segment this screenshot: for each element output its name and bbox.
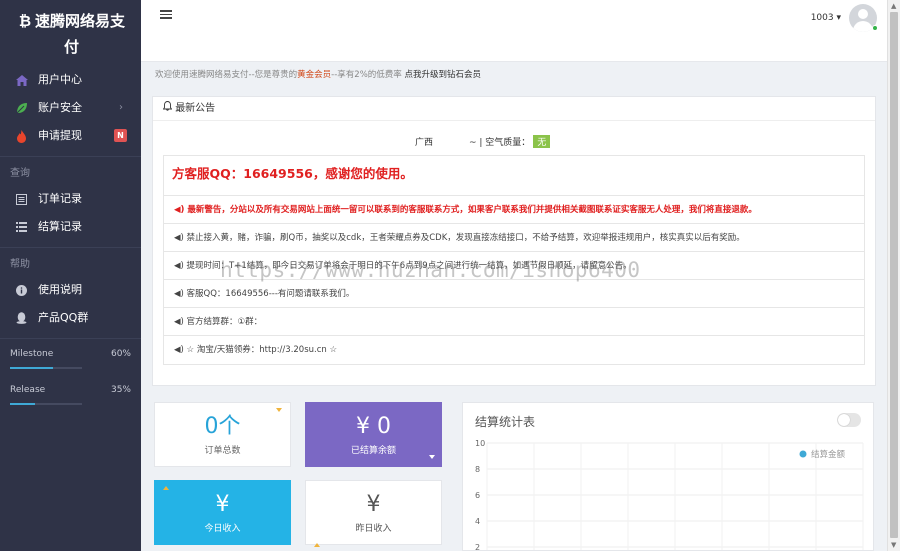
progress-percent: 35% bbox=[110, 385, 131, 395]
scroll-down-arrow-icon[interactable]: ▼ bbox=[891, 541, 896, 549]
today-income-label: 今日收入 bbox=[204, 524, 241, 534]
settlement-chart: 10 8 6 4 2 结算金额 bbox=[475, 439, 864, 551]
progress-track bbox=[10, 367, 82, 369]
stat-card-yesterday-income: ¥ 昨日收入 bbox=[305, 480, 442, 547]
y-tick-label: 10 bbox=[475, 439, 485, 448]
progress-label: Milestone bbox=[10, 349, 54, 359]
notice-item[interactable]: ◀) ☆ 淘宝/天猫领券：http://3.20su.cn ☆ bbox=[164, 336, 864, 364]
sidebar-item-label: 用户中心 bbox=[38, 73, 82, 86]
balance-label: 已结算余额 bbox=[350, 446, 396, 456]
scroll-thumb[interactable] bbox=[890, 12, 898, 538]
notice-item: ◀) 禁止接入黄，赌，诈骗，刷Q币，抽奖以及cdk，王者荣耀点券及CDK，发现直… bbox=[164, 224, 864, 252]
list-icon bbox=[16, 222, 38, 232]
progress-percent: 60% bbox=[110, 349, 131, 359]
sidebar-item-label: 产品QQ群 bbox=[38, 311, 89, 324]
notice-header-title: 最新公告 bbox=[175, 103, 216, 114]
sidebar-item-user-center[interactable]: 用户中心 bbox=[0, 66, 141, 94]
weather-text: ~ | 空气质量： bbox=[469, 138, 531, 148]
sidebar-divider bbox=[0, 156, 141, 157]
sidebar-divider bbox=[0, 338, 141, 339]
home-icon bbox=[16, 74, 38, 86]
y-tick-label: 4 bbox=[475, 517, 480, 526]
corner-triangle-icon bbox=[276, 408, 282, 412]
orders-label: 订单总数 bbox=[204, 446, 241, 456]
progress-label: Release bbox=[10, 385, 46, 395]
progress-track bbox=[10, 403, 82, 405]
corner-triangle-icon bbox=[163, 486, 169, 490]
list-alt-icon bbox=[16, 193, 38, 205]
chart-title: 结算统计表 bbox=[475, 415, 536, 429]
top-header: 1003 ▾ bbox=[141, 0, 887, 62]
watermark-text: https://www.huzhan.com/ishop6400 bbox=[220, 258, 641, 282]
sidebar-item-label: 申请提现 bbox=[38, 129, 82, 142]
chart-toggle-switch[interactable] bbox=[837, 413, 861, 427]
sidebar-item-account-security[interactable]: 账户安全 › bbox=[0, 94, 141, 122]
brand[interactable]: ₿ 速腾网络易支 付 bbox=[0, 0, 141, 62]
online-status-dot bbox=[872, 25, 878, 31]
welcome-prefix: 欢迎使用速腾网络易支付--您是尊贵的 bbox=[155, 70, 298, 80]
notice-panel-header: 最新公告 bbox=[153, 97, 875, 121]
brand-name-line1: 速腾网络易支 bbox=[35, 12, 126, 30]
air-quality-badge: 无 bbox=[533, 135, 551, 148]
progress-release: Release 35% bbox=[0, 383, 141, 405]
notice-item: ◀) 客服QQ：16649556---有问题请联系我们。 bbox=[164, 280, 864, 308]
progress-milestone: Milestone 60% bbox=[0, 347, 141, 369]
sidebar-item-order-records[interactable]: 订单记录 bbox=[0, 185, 141, 213]
welcome-rate: --享有2%的低费率 bbox=[331, 70, 402, 80]
notice-item: ◀) 官方结算群：①群： bbox=[164, 308, 864, 336]
section-label-query: 查询 bbox=[10, 168, 30, 179]
user-dropdown[interactable]: 1003 ▾ bbox=[811, 13, 841, 23]
settlement-chart-panel: 结算统计表 10 8 6 4 2 结算金额 bbox=[462, 402, 874, 551]
bell-icon bbox=[162, 101, 175, 114]
weather-widget: 广西 ~ | 空气质量：无 bbox=[415, 135, 551, 148]
sidebar-item-settlement-records[interactable]: 结算记录 bbox=[0, 213, 141, 241]
sidebar-item-withdraw[interactable]: 申请提现 N bbox=[0, 122, 141, 150]
page-scrollbar[interactable]: ▲ ▼ bbox=[887, 0, 900, 551]
welcome-message: 欢迎使用速腾网络易支付--您是尊贵的黄金会员--享有2%的低费率 点我升级到钻石… bbox=[155, 68, 481, 80]
sidebar-item-label: 账户安全 bbox=[38, 101, 82, 114]
sidebar-item-qq-group[interactable]: 产品QQ群 bbox=[0, 304, 141, 332]
section-label-help: 帮助 bbox=[10, 259, 30, 270]
qq-icon bbox=[16, 312, 38, 324]
sidebar-item-label: 使用说明 bbox=[38, 283, 82, 296]
y-tick-label: 6 bbox=[475, 491, 480, 500]
y-tick-label: 2 bbox=[475, 543, 480, 551]
yesterday-income-label: 昨日收入 bbox=[355, 524, 392, 534]
legend-label[interactable]: 结算金额 bbox=[811, 449, 846, 460]
sidebar-item-label: 订单记录 bbox=[38, 192, 82, 205]
leaf-icon bbox=[16, 102, 38, 114]
corner-triangle-icon bbox=[314, 543, 320, 547]
sidebar-divider bbox=[0, 247, 141, 248]
today-income-value: ¥ bbox=[215, 492, 230, 517]
bitcoin-icon: ₿ bbox=[18, 12, 32, 30]
notice-panel: 最新公告 广西 ~ | 空气质量：无 方客服QQ：16649556，感谢您的使用。… bbox=[152, 96, 876, 386]
new-badge: N bbox=[114, 129, 127, 142]
notice-title: 方客服QQ：16649556，感谢您的使用。 bbox=[164, 156, 864, 196]
info-icon bbox=[16, 284, 38, 296]
orders-value: 0个 bbox=[204, 414, 241, 439]
stat-card-balance: ¥ 0 已结算余额 bbox=[305, 402, 442, 467]
progress-fill bbox=[10, 403, 36, 405]
progress-fill bbox=[10, 367, 54, 369]
upgrade-link[interactable]: 点我升级到钻石会员 bbox=[404, 70, 481, 80]
member-level: 黄金会员 bbox=[297, 70, 332, 80]
weather-city: 广西 bbox=[415, 138, 434, 148]
notice-item: ◀) 最新警告，分站以及所有交易网站上面统一留可以联系到的客服联系方式，如果客户… bbox=[164, 196, 864, 224]
yesterday-income-value: ¥ bbox=[366, 492, 381, 517]
corner-triangle-icon bbox=[429, 455, 435, 459]
brand-name-line2: 付 bbox=[64, 38, 80, 56]
legend-marker bbox=[799, 450, 807, 458]
scroll-up-arrow-icon[interactable]: ▲ bbox=[891, 2, 896, 10]
balance-value: ¥ 0 bbox=[356, 414, 391, 439]
sidebar-item-label: 结算记录 bbox=[38, 220, 82, 233]
sidebar-item-instructions[interactable]: 使用说明 bbox=[0, 276, 141, 304]
sidebar: ₿ 速腾网络易支 付 用户中心 账户安全 › 申请提现 N 查询 订单记录 结算记… bbox=[0, 0, 141, 551]
fire-icon bbox=[16, 129, 38, 143]
y-tick-label: 8 bbox=[475, 465, 480, 474]
chevron-right-icon: › bbox=[119, 102, 123, 113]
menu-toggle-icon[interactable] bbox=[160, 10, 172, 20]
stat-card-today-income: ¥ 今日收入 bbox=[154, 480, 291, 545]
stat-card-orders: 0个 订单总数 bbox=[154, 402, 291, 467]
